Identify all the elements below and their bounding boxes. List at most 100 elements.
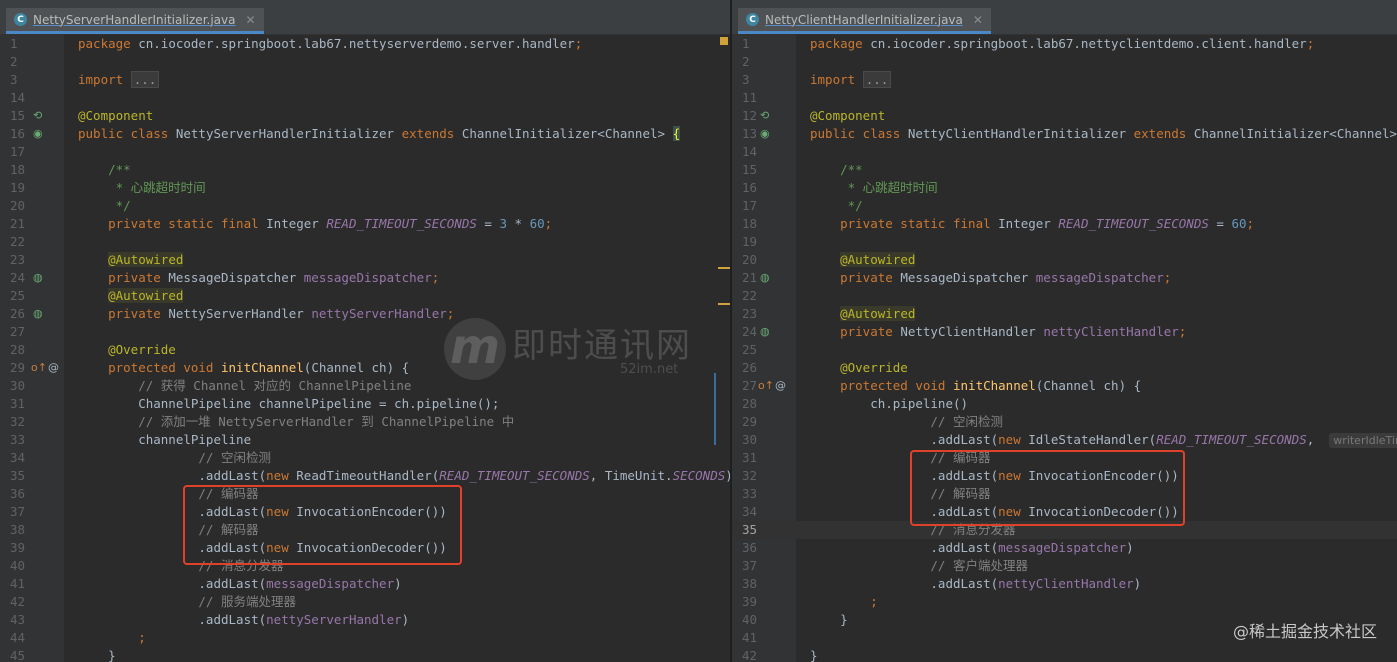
code-line[interactable]: 35 .addLast(new ReadTimeoutHandler(READ_… xyxy=(0,467,732,485)
annotation-icon[interactable]: @ xyxy=(775,377,786,395)
code-line[interactable]: 16 * 心跳超时时间 xyxy=(732,179,1397,197)
line-number[interactable]: 37 xyxy=(10,503,44,521)
line-number[interactable]: 42 xyxy=(742,647,776,662)
code-line[interactable]: 23 @Autowired xyxy=(0,251,732,269)
line-number[interactable]: 36 xyxy=(742,539,776,557)
line-number[interactable]: 44 xyxy=(10,629,44,647)
line-number[interactable]: 12 xyxy=(742,107,776,125)
code-line[interactable]: 3 import ... xyxy=(0,71,732,89)
close-tab-icon[interactable]: ✕ xyxy=(245,13,255,27)
code-line[interactable]: 25 @Autowired xyxy=(0,287,732,305)
code-line[interactable]: 2 xyxy=(0,53,732,71)
code-line[interactable]: 15 /** xyxy=(732,161,1397,179)
line-number[interactable]: 22 xyxy=(10,233,44,251)
line-number[interactable]: 2 xyxy=(742,53,776,71)
code-line[interactable]: 1 package cn.iocoder.springboot.lab67.net… xyxy=(0,35,732,53)
line-number[interactable]: 13 xyxy=(742,125,776,143)
line-number[interactable]: 38 xyxy=(10,521,44,539)
line-number[interactable]: 40 xyxy=(10,557,44,575)
line-number[interactable]: 23 xyxy=(742,305,776,323)
code-line[interactable]: 12 @Component ⟲ xyxy=(732,107,1397,125)
code-line[interactable]: 16 public class NettyServerHandlerInitial… xyxy=(0,125,732,143)
code-line[interactable]: 20 */ xyxy=(0,197,732,215)
line-number[interactable]: 34 xyxy=(742,503,776,521)
code-line[interactable]: 14 xyxy=(732,143,1397,161)
line-number[interactable]: 31 xyxy=(10,395,44,413)
code-line[interactable]: 39 ; xyxy=(732,593,1397,611)
code-line[interactable]: 19 xyxy=(732,233,1397,251)
line-number[interactable]: 28 xyxy=(10,341,44,359)
line-number[interactable]: 26 xyxy=(742,359,776,377)
line-number[interactable]: 32 xyxy=(10,413,44,431)
override-method-icon[interactable]: o↑ xyxy=(758,377,774,395)
code-line[interactable]: 29 // 空闲检测 xyxy=(732,413,1397,431)
code-line[interactable]: 13 public class NettyClientHandlerInitial… xyxy=(732,125,1397,143)
line-number[interactable]: 35 xyxy=(742,521,776,539)
line-number[interactable]: 24 xyxy=(742,323,776,341)
annotation-icon[interactable]: @ xyxy=(48,359,59,377)
line-number[interactable]: 33 xyxy=(10,431,44,449)
line-number[interactable]: 43 xyxy=(10,611,44,629)
code-line[interactable]: 3 import ... xyxy=(732,71,1397,89)
code-line[interactable]: 38 .addLast(nettyClientHandler) xyxy=(732,575,1397,593)
code-line[interactable]: 24 private NettyClientHandler nettyClien… xyxy=(732,323,1397,341)
line-number[interactable]: 19 xyxy=(742,233,776,251)
line-number[interactable]: 3 xyxy=(742,71,776,89)
code-line[interactable]: 20 @Autowired xyxy=(732,251,1397,269)
line-number[interactable]: 11 xyxy=(742,89,776,107)
code-line[interactable]: 43 .addLast(nettyServerHandler) xyxy=(0,611,732,629)
line-number[interactable]: 18 xyxy=(742,215,776,233)
line-number[interactable]: 29 xyxy=(742,413,776,431)
code-line[interactable]: 21 private MessageDispatcher messageDisp… xyxy=(732,269,1397,287)
code-line[interactable]: 42 // 服务端处理器 xyxy=(0,593,732,611)
line-number[interactable]: 3 xyxy=(10,71,44,89)
line-number[interactable]: 28 xyxy=(742,395,776,413)
code-line[interactable]: 42} xyxy=(732,647,1397,662)
line-number[interactable]: 25 xyxy=(742,341,776,359)
line-number[interactable]: 45 xyxy=(10,647,44,662)
line-number[interactable]: 14 xyxy=(742,143,776,161)
autowired-bean-icon[interactable]: ◍ xyxy=(33,269,43,287)
override-method-icon[interactable]: o↑ xyxy=(31,359,47,377)
close-tab-icon[interactable]: ✕ xyxy=(973,13,983,27)
code-line[interactable]: 30 // 获得 Channel 对应的 ChannelPipeline xyxy=(0,377,732,395)
code-line[interactable]: 41 .addLast(messageDispatcher) xyxy=(0,575,732,593)
code-line[interactable]: 32 // 添加一堆 NettyServerHandler 到 ChannelP… xyxy=(0,413,732,431)
spring-bean-icon[interactable]: ◉ xyxy=(33,125,43,143)
line-number[interactable]: 33 xyxy=(742,485,776,503)
line-number[interactable]: 30 xyxy=(10,377,44,395)
line-number[interactable]: 41 xyxy=(742,629,776,647)
line-number[interactable]: 42 xyxy=(10,593,44,611)
line-number[interactable]: 35 xyxy=(10,467,44,485)
line-number[interactable]: 36 xyxy=(10,485,44,503)
autowired-bean-icon[interactable]: ◍ xyxy=(760,323,770,341)
line-number[interactable]: 23 xyxy=(10,251,44,269)
code-line[interactable]: 14 xyxy=(0,89,732,107)
code-line[interactable]: 37 // 客户端处理器 xyxy=(732,557,1397,575)
line-number[interactable]: 17 xyxy=(742,197,776,215)
code-line[interactable]: 23 @Autowired xyxy=(732,305,1397,323)
line-number[interactable]: 1 xyxy=(10,35,44,53)
code-line[interactable]: 44 ; xyxy=(0,629,732,647)
code-line[interactable]: 26 @Override xyxy=(732,359,1397,377)
line-number[interactable]: 14 xyxy=(10,89,44,107)
code-line[interactable]: 19 * 心跳超时时间 xyxy=(0,179,732,197)
line-number[interactable]: 25 xyxy=(10,287,44,305)
autowired-bean-icon[interactable]: ◍ xyxy=(760,269,770,287)
line-number[interactable]: 31 xyxy=(742,449,776,467)
code-line[interactable]: 36 .addLast(messageDispatcher) xyxy=(732,539,1397,557)
line-number[interactable]: 39 xyxy=(742,593,776,611)
line-number[interactable]: 41 xyxy=(10,575,44,593)
code-line[interactable]: 2 xyxy=(732,53,1397,71)
line-number[interactable]: 21 xyxy=(742,269,776,287)
line-number[interactable]: 22 xyxy=(742,287,776,305)
spring-bean-icon[interactable]: ◉ xyxy=(760,125,770,143)
spring-bean-icon[interactable]: ⟲ xyxy=(33,107,42,125)
code-line[interactable]: 1 package cn.iocoder.springboot.lab67.net… xyxy=(732,35,1397,53)
code-line[interactable]: 15 @Component ⟲ xyxy=(0,107,732,125)
code-line[interactable]: 18 /** xyxy=(0,161,732,179)
line-number[interactable]: 17 xyxy=(10,143,44,161)
code-line[interactable]: 45 } xyxy=(0,647,732,662)
spring-bean-icon[interactable]: ⟲ xyxy=(760,107,769,125)
code-line[interactable]: 11 xyxy=(732,89,1397,107)
